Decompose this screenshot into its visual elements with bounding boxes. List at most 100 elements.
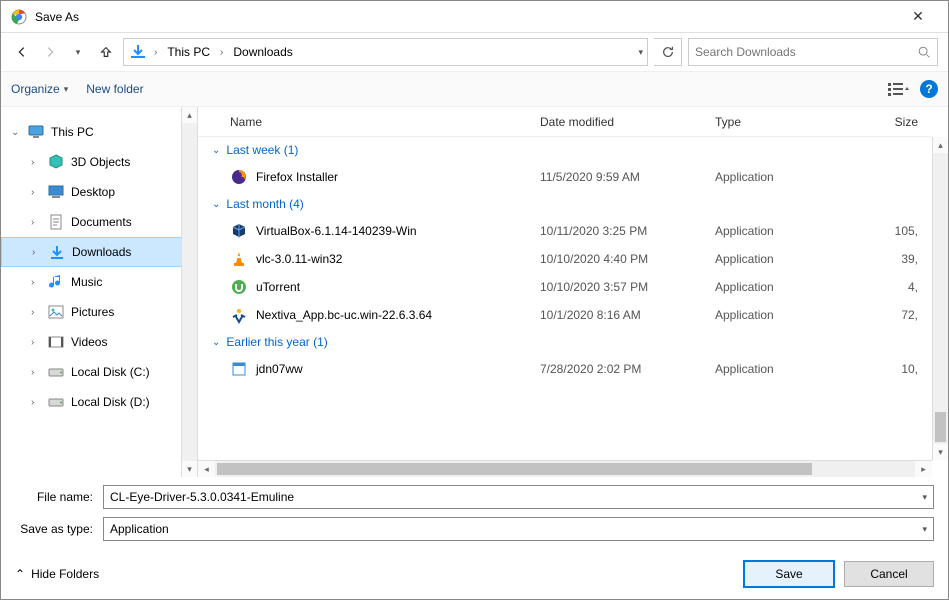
address-dropdown-icon[interactable]: ▾ [638, 47, 643, 58]
search-input[interactable] [688, 38, 938, 66]
tree-label: Pictures [71, 305, 114, 319]
tree-item-local-disk-c-[interactable]: ›Local Disk (C:) [1, 357, 197, 387]
save-button[interactable]: Save [744, 561, 834, 587]
down-icon [48, 243, 66, 261]
help-icon[interactable]: ? [920, 80, 938, 98]
savetype-select[interactable]: Application ▾ [103, 517, 934, 541]
recent-dropdown[interactable]: ▾ [67, 41, 89, 63]
close-button[interactable]: ✕ [898, 8, 938, 25]
file-row[interactable]: Nextiva_App.bc-uc.win-22.6.3.64 10/1/2020… [198, 301, 932, 329]
back-button[interactable] [11, 41, 33, 63]
expand-icon[interactable]: › [31, 277, 41, 288]
filename-field[interactable] [110, 490, 922, 504]
expand-icon[interactable]: › [31, 337, 41, 348]
expand-icon[interactable]: › [31, 187, 41, 198]
col-size[interactable]: Size [850, 115, 932, 129]
file-name: Nextiva_App.bc-uc.win-22.6.3.64 [256, 308, 432, 322]
file-row[interactable]: Firefox Installer11/5/2020 9:59 AMApplic… [198, 163, 932, 191]
file-type: Application [715, 362, 850, 376]
col-date[interactable]: Date modified [540, 115, 715, 129]
col-name[interactable]: Name [230, 115, 540, 129]
forward-button[interactable] [39, 41, 61, 63]
file-size: 72, [850, 308, 932, 322]
chevron-down-icon[interactable]: ▾ [922, 524, 927, 535]
ff-icon [230, 168, 248, 186]
scroll-up-icon[interactable]: ▴ [933, 137, 948, 153]
breadcrumb[interactable]: › This PC › Downloads ▾ [123, 38, 648, 66]
cancel-button[interactable]: Cancel [844, 561, 934, 587]
chevron-down-icon[interactable]: ▾ [922, 492, 927, 503]
file-row[interactable]: vlc-3.0.11-win3210/10/2020 4:40 PMApplic… [198, 245, 932, 273]
scroll-up-icon[interactable]: ▴ [182, 107, 197, 123]
v-scrollbar[interactable]: ▴ ▾ [932, 137, 948, 460]
tree-label: This PC [51, 125, 94, 139]
disk-icon [47, 363, 65, 381]
chevron-down-icon: ⌄ [212, 145, 220, 156]
file-size: 4, [850, 280, 932, 294]
expand-icon[interactable]: › [31, 307, 41, 318]
tree-item-videos[interactable]: › Videos [1, 327, 197, 357]
group-header[interactable]: ⌄Last week (1) [198, 137, 932, 163]
scroll-left-icon[interactable]: ◂ [198, 461, 215, 477]
video-icon [47, 333, 65, 351]
expand-icon[interactable]: › [31, 217, 41, 228]
tree-item-music[interactable]: ›Music [1, 267, 197, 297]
file-name: uTorrent [256, 280, 300, 294]
tree-label: Videos [71, 335, 107, 349]
file-date: 10/1/2020 8:16 AM [540, 308, 715, 322]
refresh-button[interactable] [654, 38, 682, 66]
tree-item-downloads[interactable]: › Downloads [1, 237, 197, 267]
crumb-downloads[interactable]: Downloads [229, 43, 296, 61]
sidebar-scrollbar[interactable]: ▴▾ [181, 107, 197, 477]
tree-item-3d-objects[interactable]: ›3D Objects [1, 147, 197, 177]
col-type[interactable]: Type [715, 115, 850, 129]
scroll-down-icon[interactable]: ▾ [933, 444, 948, 460]
expand-icon[interactable]: › [31, 157, 41, 168]
expand-icon[interactable]: › [31, 397, 41, 408]
file-type: Application [715, 280, 850, 294]
vb-icon [230, 222, 248, 240]
expand-icon[interactable]: › [32, 247, 42, 258]
crumb-this-pc[interactable]: This PC [163, 43, 214, 61]
group-label: Earlier this year (1) [226, 335, 327, 349]
file-name: vlc-3.0.11-win32 [256, 252, 342, 266]
v-scroll-thumb[interactable] [935, 412, 946, 442]
tree-item-pictures[interactable]: › Pictures [1, 297, 197, 327]
folder-tree[interactable]: ⌄This PC›3D Objects›Desktop›Documents›Do… [1, 107, 198, 477]
tree-item-documents[interactable]: ›Documents [1, 207, 197, 237]
dialog-title: Save As [35, 10, 898, 24]
scroll-right-icon[interactable]: ▸ [915, 461, 932, 477]
tree-item-local-disk-d-[interactable]: ›Local Disk (D:) [1, 387, 197, 417]
view-options-button[interactable] [888, 81, 910, 97]
docs-icon [47, 213, 65, 231]
savetype-label: Save as type: [15, 522, 93, 536]
h-scroll-thumb[interactable] [217, 463, 812, 475]
file-name: VirtualBox-6.1.14-140239-Win [256, 224, 417, 238]
scroll-down-icon[interactable]: ▾ [182, 461, 197, 477]
group-header[interactable]: ⌄Last month (4) [198, 191, 932, 217]
chevron-down-icon: ⌄ [212, 337, 220, 348]
search-icon [917, 45, 931, 59]
file-type: Application [715, 224, 850, 238]
file-type: Application [715, 252, 850, 266]
expand-icon[interactable]: › [31, 367, 41, 378]
expand-icon[interactable]: ⌄ [11, 127, 21, 138]
hide-folders-button[interactable]: ⌃ Hide Folders [15, 567, 99, 581]
new-folder-button[interactable]: New folder [86, 82, 143, 96]
file-row[interactable]: VirtualBox-6.1.14-140239-Win10/11/2020 3… [198, 217, 932, 245]
h-scrollbar[interactable]: ◂ ▸ [198, 460, 932, 477]
pics-icon [47, 303, 65, 321]
vlc-icon [230, 250, 248, 268]
group-header[interactable]: ⌄ Earlier this year (1) [198, 329, 932, 355]
search-field[interactable] [695, 45, 917, 59]
tree-item-desktop[interactable]: ›Desktop [1, 177, 197, 207]
filename-input[interactable]: ▾ [103, 485, 934, 509]
organize-menu[interactable]: Organize ▾ [11, 82, 68, 96]
file-row[interactable]: jdn07ww7/28/2020 2:02 PMApplication10, [198, 355, 932, 383]
ut-icon [230, 278, 248, 296]
up-button[interactable] [95, 41, 117, 63]
file-list[interactable]: ⌄Last week (1)Firefox Installer11/5/2020… [198, 137, 932, 460]
tree-item-this-pc[interactable]: ⌄ This PC [1, 117, 197, 147]
file-row[interactable]: uTorrent10/10/2020 3:57 PMApplication4, [198, 273, 932, 301]
tree-label: Downloads [72, 245, 131, 259]
